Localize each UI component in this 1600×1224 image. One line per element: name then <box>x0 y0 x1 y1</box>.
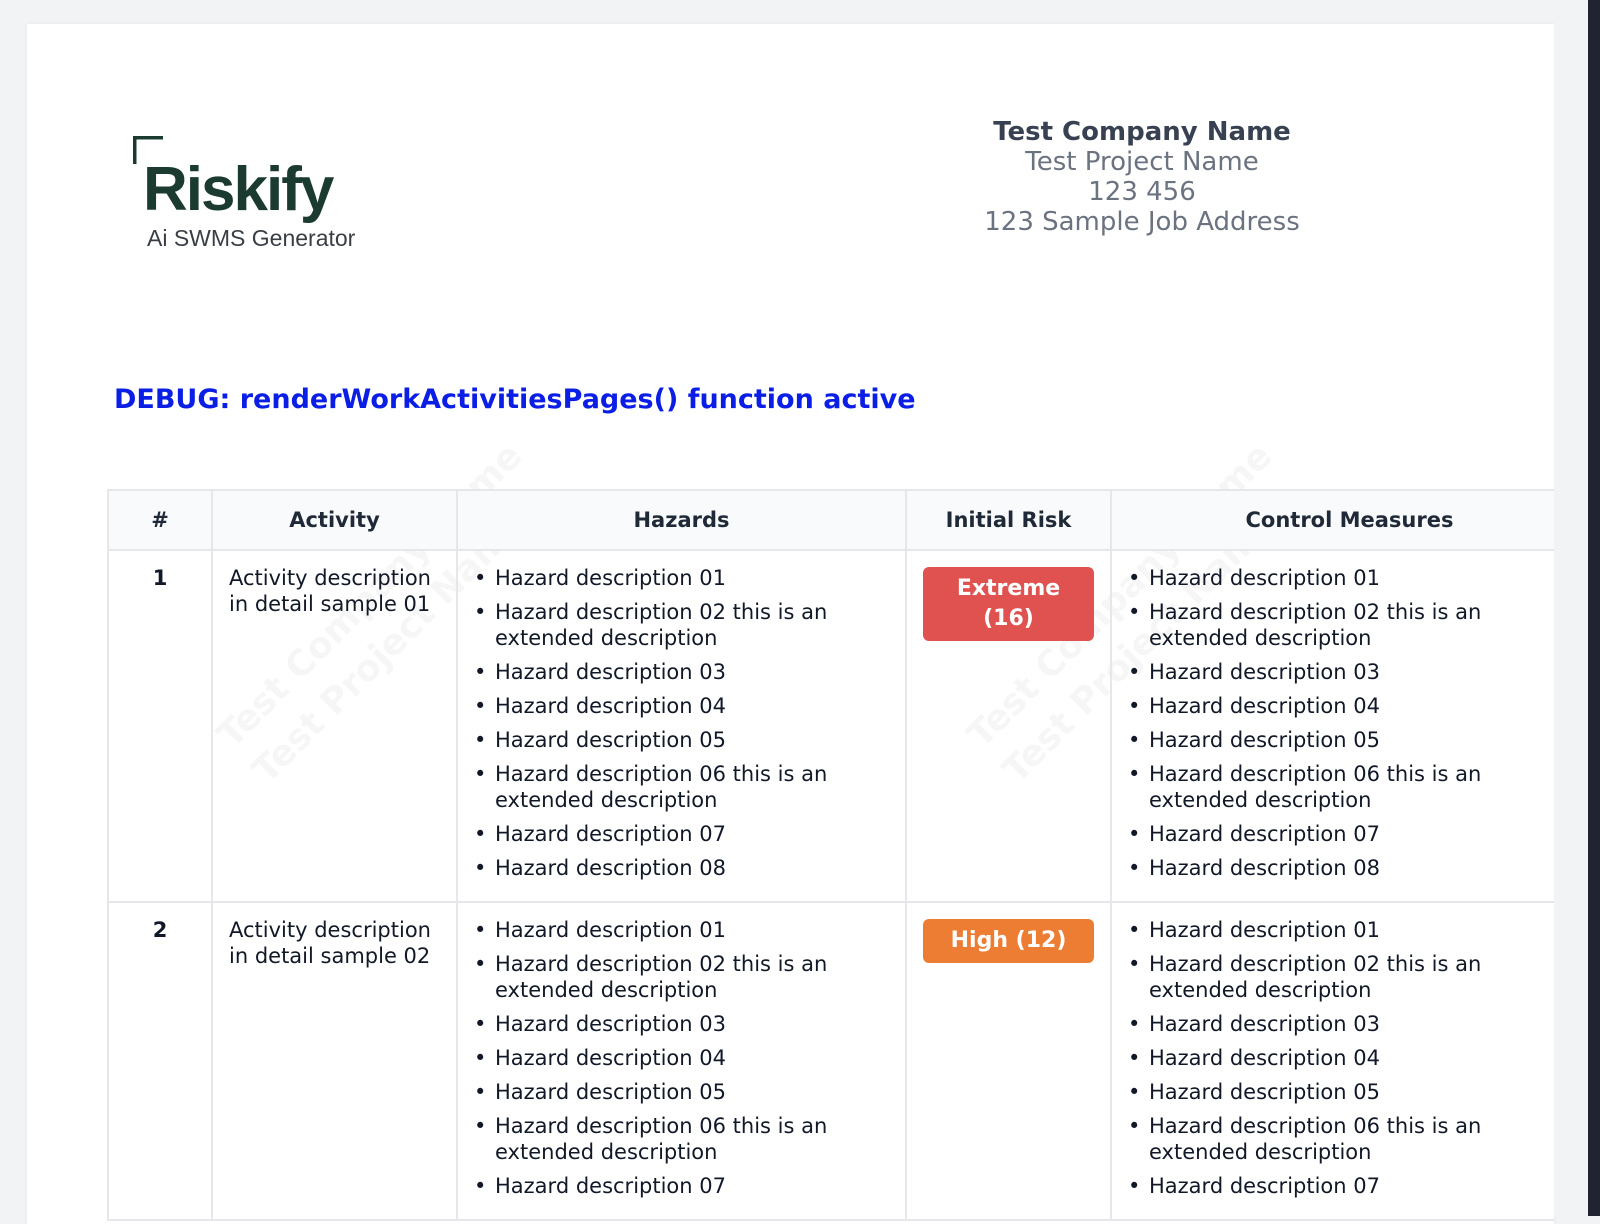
list-item: Hazard description 01 <box>1128 565 1554 591</box>
list-item: Hazard description 01 <box>474 565 889 591</box>
list-item: Hazard description 05 <box>474 727 889 753</box>
project-number: 123 456 <box>1088 177 1196 207</box>
job-address: 123 Sample Job Address <box>984 207 1300 237</box>
risk-badge-high: High (12) <box>923 919 1094 963</box>
header-control-measures: Control Measures <box>1110 489 1554 551</box>
activity-cell: Activity description in detail sample 01 <box>211 549 458 903</box>
company-name: Test Company Name <box>993 117 1291 147</box>
list-item: Hazard description 03 <box>474 1011 889 1037</box>
row-number: 2 <box>107 901 213 1221</box>
list-item: Hazard description 07 <box>1128 1173 1554 1199</box>
logo-wordmark: Riskify <box>143 155 335 224</box>
header-initial-risk: Initial Risk <box>905 489 1112 551</box>
list-item: Hazard description 04 <box>1128 693 1554 719</box>
list-item: Hazard description 02 this is an extende… <box>474 599 889 651</box>
list-item: Hazard description 03 <box>1128 1011 1554 1037</box>
list-item: Hazard description 07 <box>474 1173 889 1199</box>
list-item: Hazard description 08 <box>1128 855 1554 881</box>
header-hazards: Hazards <box>456 489 907 551</box>
hazards-cell: Hazard description 01 Hazard description… <box>456 901 907 1221</box>
list-item: Hazard description 02 this is an extende… <box>474 951 889 1003</box>
list-item: Hazard description 03 <box>474 659 889 685</box>
list-item: Hazard description 01 <box>1128 917 1554 943</box>
hazards-cell: Hazard description 01 Hazard description… <box>456 549 907 903</box>
project-name: Test Project Name <box>1025 147 1259 177</box>
list-item: Hazard description 01 <box>474 917 889 943</box>
debug-message: DEBUG: renderWorkActivitiesPages() funct… <box>114 384 916 415</box>
table-header-row: # Activity Hazards Initial Risk Control … <box>107 489 1554 551</box>
logo-tagline: Ai SWMS Generator <box>147 225 356 251</box>
initial-risk-cell: Extreme (16) <box>905 549 1112 903</box>
header-activity: Activity <box>211 489 458 551</box>
list-item: Hazard description 03 <box>1128 659 1554 685</box>
controls-cell: Hazard description 01 Hazard description… <box>1110 901 1554 1221</box>
document-page: Riskify Ai SWMS Generator Test Company N… <box>27 24 1554 1224</box>
riskify-logo: Riskify Ai SWMS Generator <box>133 136 356 251</box>
list-item: Hazard description 05 <box>1128 727 1554 753</box>
list-item: Hazard description 08 <box>474 855 889 881</box>
list-item: Hazard description 07 <box>1128 821 1554 847</box>
activity-cell: Activity description in detail sample 02 <box>211 901 458 1221</box>
list-item: Hazard description 06 this is an extende… <box>1128 761 1554 813</box>
controls-cell: Hazard description 01 Hazard description… <box>1110 549 1554 903</box>
control-list: Hazard description 01 Hazard description… <box>1128 917 1554 1199</box>
list-item: Hazard description 06 this is an extende… <box>1128 1113 1554 1165</box>
risk-badge-extreme: Extreme (16) <box>923 567 1094 641</box>
list-item: Hazard description 06 this is an extende… <box>474 1113 889 1165</box>
table-row: 2 Activity description in detail sample … <box>107 901 1554 1221</box>
hazard-list: Hazard description 01 Hazard description… <box>474 565 889 881</box>
list-item: Hazard description 02 this is an extende… <box>1128 599 1554 651</box>
scrollbar-track[interactable] <box>1588 0 1600 1216</box>
list-item: Hazard description 04 <box>474 1045 889 1071</box>
list-item: Hazard description 05 <box>1128 1079 1554 1105</box>
list-item: Hazard description 02 this is an extende… <box>1128 951 1554 1003</box>
list-item: Hazard description 05 <box>474 1079 889 1105</box>
list-item: Hazard description 04 <box>1128 1045 1554 1071</box>
list-item: Hazard description 04 <box>474 693 889 719</box>
control-list: Hazard description 01 Hazard description… <box>1128 565 1554 881</box>
hazard-list: Hazard description 01 Hazard description… <box>474 917 889 1199</box>
initial-risk-cell: High (12) <box>905 901 1112 1221</box>
company-info: Test Company Name Test Project Name 123 … <box>967 117 1317 237</box>
list-item: Hazard description 07 <box>474 821 889 847</box>
row-number: 1 <box>107 549 213 903</box>
work-activities-table: # Activity Hazards Initial Risk Control … <box>107 489 1554 1221</box>
table-row: 1 Activity description in detail sample … <box>107 549 1554 903</box>
list-item: Hazard description 06 this is an extende… <box>474 761 889 813</box>
header-number: # <box>107 489 213 551</box>
